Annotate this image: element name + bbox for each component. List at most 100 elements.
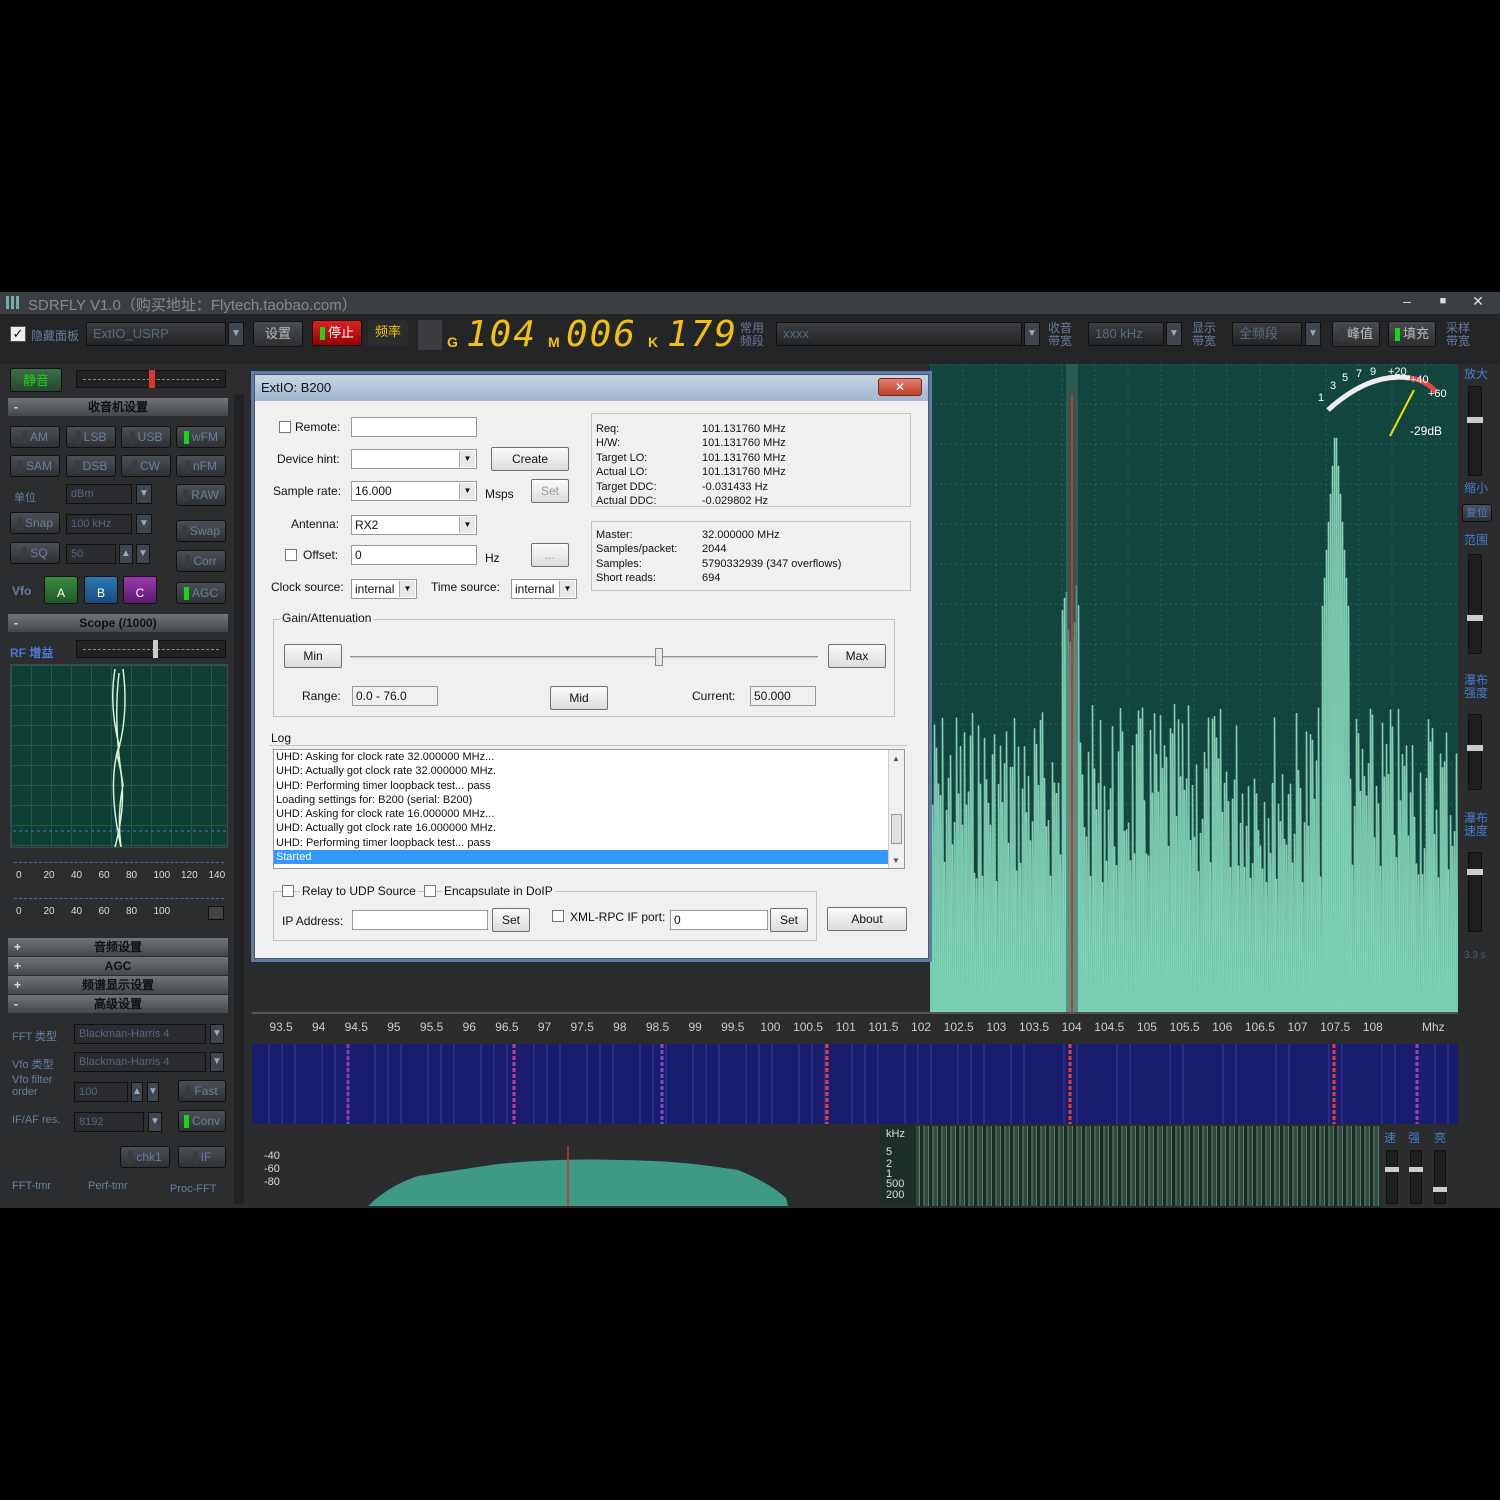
if-af-res-dropdown-arrow-icon[interactable]: ▼ xyxy=(148,1112,162,1132)
vfo-b-button[interactable]: B xyxy=(84,576,118,604)
rx-bandwidth-select[interactable]: 180 kHz xyxy=(1088,322,1164,346)
clock-source-select[interactable]: internal ▼ xyxy=(351,579,417,599)
vfo-type-dropdown-arrow-icon[interactable]: ▼ xyxy=(210,1052,224,1072)
snap-button[interactable]: Snap xyxy=(10,512,60,534)
agc-settings-header[interactable]: + AGC xyxy=(8,957,228,975)
mode-nfm-button[interactable]: nFM xyxy=(176,455,226,477)
unit-select[interactable]: dBm xyxy=(66,484,132,504)
peak-button[interactable]: 峰值 xyxy=(1332,321,1380,347)
mode-usb-button[interactable]: USB xyxy=(121,426,171,448)
chk1-button[interactable]: chk1 xyxy=(120,1146,170,1168)
log-line[interactable]: UHD: Performing timer loopback test... p… xyxy=(274,779,904,793)
spectrum-display[interactable]: 1 3 5 7 9 +20 +40 +60 -29dB xyxy=(930,364,1458,1012)
log-listbox[interactable]: UHD: Asking for clock rate 32.000000 MHz… xyxy=(273,749,905,869)
freq-name-dropdown-arrow-icon[interactable]: ▼ xyxy=(1024,322,1040,346)
gain-max-button[interactable]: Max xyxy=(828,644,886,668)
mode-wfm-button[interactable]: wFM xyxy=(176,426,226,448)
freq-hz-digits[interactable]: 179 xyxy=(667,314,738,355)
log-scroll-thumb[interactable] xyxy=(891,814,902,844)
remote-input[interactable] xyxy=(351,417,477,437)
device-dropdown-arrow-icon[interactable]: ▼ xyxy=(228,322,244,346)
device-select[interactable]: ExtIO_USRP xyxy=(86,322,226,346)
scale-toggle[interactable] xyxy=(208,906,224,920)
if-button[interactable]: IF xyxy=(178,1146,226,1168)
fft-type-dropdown-arrow-icon[interactable]: ▼ xyxy=(210,1024,224,1044)
minimize-button[interactable]: ‒ xyxy=(1396,293,1418,309)
agc-button[interactable]: AGC xyxy=(176,582,226,604)
mute-button[interactable]: 静音 xyxy=(10,368,62,392)
vfo-filter-up-icon[interactable]: ▲ xyxy=(131,1082,143,1102)
rf-gain-slider[interactable] xyxy=(76,640,226,658)
log-line[interactable]: UHD: Asking for clock rate 16.000000 MHz… xyxy=(274,807,904,821)
unit-dropdown-arrow-icon[interactable]: ▼ xyxy=(136,484,152,504)
rf-gain-slider-thumb[interactable] xyxy=(153,640,158,658)
squelch-button[interactable]: SQ xyxy=(10,542,60,564)
sample-rate-set-button[interactable]: Set xyxy=(531,479,569,503)
squelch-down-icon[interactable]: ▼ xyxy=(136,544,150,564)
gain-slider[interactable] xyxy=(350,648,818,666)
vfo-type-select[interactable]: Blackman-Harris 4 xyxy=(74,1052,206,1072)
log-line[interactable]: UHD: Asking for clock rate 32.000000 MHz… xyxy=(274,750,904,764)
offset-checkbox[interactable] xyxy=(285,549,297,561)
gain-slider-thumb[interactable] xyxy=(654,648,663,666)
spectrum-display-settings-header[interactable]: + 频谱显示设置 xyxy=(8,976,228,994)
scroll-up-icon[interactable]: ▲ xyxy=(892,752,900,766)
bottom-speed-slider[interactable] xyxy=(1385,1150,1399,1204)
range-slider[interactable] xyxy=(1467,554,1483,654)
raw-button[interactable]: RAW xyxy=(176,484,226,506)
device-hint-dropdown-arrow-icon[interactable]: ▼ xyxy=(459,451,475,467)
encapsulate-checkbox[interactable] xyxy=(424,885,436,897)
advanced-settings-header[interactable]: - 高级设置 xyxy=(8,995,228,1013)
log-scrollbar[interactable]: ▲ ▼ xyxy=(888,750,904,868)
scroll-down-icon[interactable]: ▼ xyxy=(892,854,900,868)
relay-udp-checkbox[interactable] xyxy=(282,885,294,897)
audio-settings-header[interactable]: + 音频设置 xyxy=(8,938,228,956)
mode-dsb-button[interactable]: DSB xyxy=(66,455,116,477)
zoom-slider[interactable] xyxy=(1467,386,1483,476)
bottom-brightness-slider[interactable] xyxy=(1433,1150,1447,1204)
offset-input[interactable]: 0 xyxy=(351,545,477,565)
squelch-level-input[interactable]: 50 xyxy=(66,544,116,564)
offset-set-button[interactable]: ... xyxy=(531,543,569,567)
fft-type-select[interactable]: Blackman-Harris 4 xyxy=(74,1024,206,1044)
corr-button[interactable]: Corr xyxy=(176,550,226,572)
remote-checkbox[interactable] xyxy=(279,421,291,433)
freq-khz-digits[interactable]: 006 xyxy=(566,314,637,355)
settings-button[interactable]: 设置 xyxy=(253,321,303,347)
log-line[interactable]: UHD: Performing timer loopback test... p… xyxy=(274,836,904,850)
vfo-a-button[interactable]: A xyxy=(44,576,78,604)
xmlrpc-port-input[interactable]: 0 xyxy=(670,910,768,930)
maximize-button[interactable]: ■ xyxy=(1432,295,1454,307)
receiver-settings-header[interactable]: - 收音机设置 xyxy=(8,398,228,416)
sidebar-scrollbar[interactable] xyxy=(234,394,244,1204)
stop-button[interactable]: 停止 xyxy=(312,320,362,346)
time-source-select[interactable]: internal ▼ xyxy=(511,579,577,599)
gain-mid-button[interactable]: Mid xyxy=(550,686,608,710)
close-button[interactable]: ✕ xyxy=(1467,293,1489,310)
volume-slider[interactable] xyxy=(76,370,226,388)
display-bandwidth-dropdown-arrow-icon[interactable]: ▼ xyxy=(1305,322,1321,346)
freq-name-select[interactable]: xxxx xyxy=(776,322,1022,346)
fast-button[interactable]: Fast xyxy=(178,1080,226,1102)
volume-slider-thumb[interactable] xyxy=(149,370,155,388)
scope-header[interactable]: - Scope (/1000) xyxy=(8,614,228,632)
time-source-dropdown-arrow-icon[interactable]: ▼ xyxy=(559,581,575,597)
log-line[interactable]: UHD: Actually got clock rate 16.000000 M… xyxy=(274,821,904,835)
waterfall-strength-slider[interactable] xyxy=(1467,714,1483,790)
dialog-close-icon[interactable]: ✕ xyxy=(878,378,922,396)
rx-bandwidth-dropdown-arrow-icon[interactable]: ▼ xyxy=(1166,322,1182,346)
mode-am-button[interactable]: AM xyxy=(10,426,60,448)
antenna-dropdown-arrow-icon[interactable]: ▼ xyxy=(459,517,475,533)
log-line[interactable]: Loading settings for: B200 (serial: B200… xyxy=(274,793,904,807)
clock-source-dropdown-arrow-icon[interactable]: ▼ xyxy=(399,581,415,597)
device-hint-select[interactable]: ▼ xyxy=(351,449,477,469)
mode-cw-button[interactable]: CW xyxy=(121,455,171,477)
vfo-c-button[interactable]: C xyxy=(123,576,157,604)
mode-sam-button[interactable]: SAM xyxy=(10,455,60,477)
fill-button[interactable]: 填充 xyxy=(1388,321,1436,347)
xmlrpc-checkbox[interactable] xyxy=(552,910,564,922)
snap-step-select[interactable]: 100 kHz xyxy=(66,514,132,534)
reset-button[interactable]: 复位 xyxy=(1462,504,1492,522)
xmlrpc-set-button[interactable]: Set xyxy=(770,908,808,932)
antenna-select[interactable]: RX2 ▼ xyxy=(351,515,477,535)
